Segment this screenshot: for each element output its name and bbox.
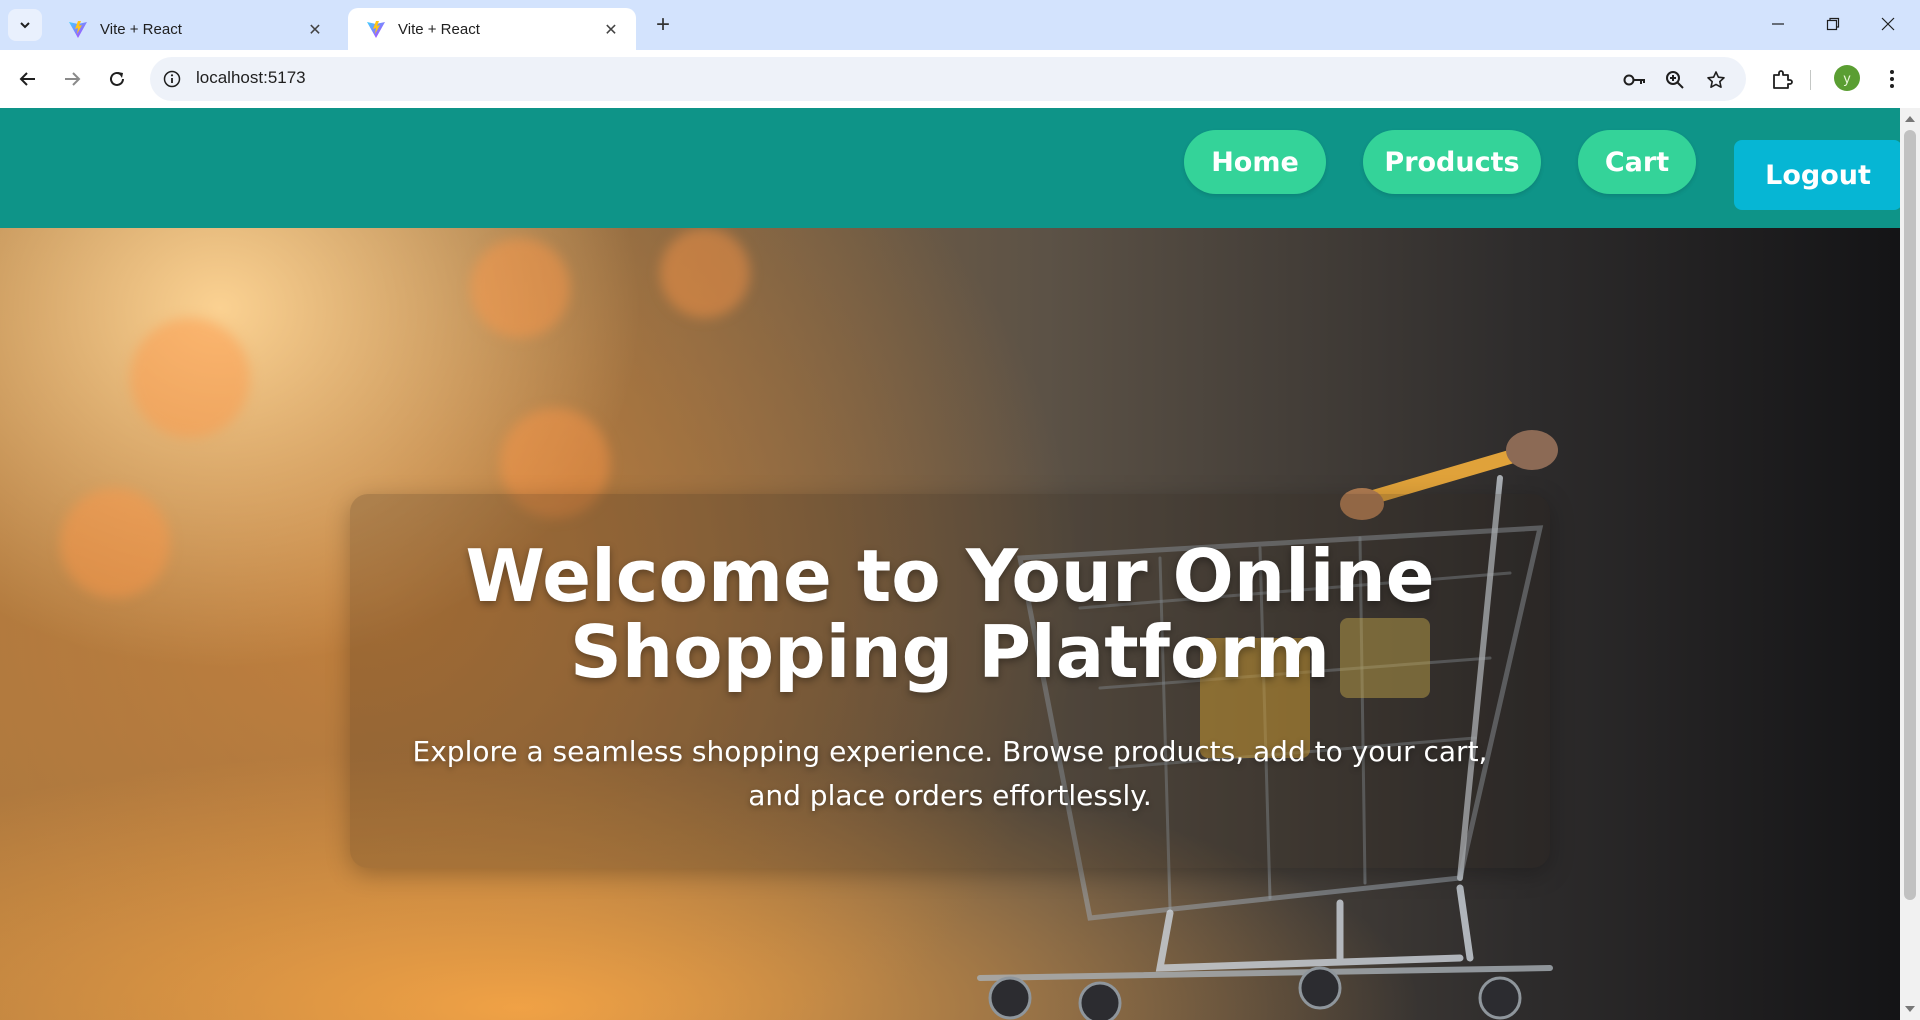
zoom-button[interactable] xyxy=(1662,67,1688,93)
forward-button[interactable] xyxy=(56,63,88,95)
new-tab-button[interactable]: + xyxy=(650,11,676,38)
extensions-icon xyxy=(1773,70,1793,89)
password-key-button[interactable] xyxy=(1622,67,1648,93)
password-key-icon xyxy=(1623,74,1645,86)
forward-icon xyxy=(65,72,81,86)
hero-subtitle: Explore a seamless shopping experience. … xyxy=(412,735,1488,812)
minimize-button[interactable] xyxy=(1756,10,1800,38)
nav-products-button[interactable]: Products xyxy=(1363,130,1541,194)
nav-cart-button[interactable]: Cart xyxy=(1578,130,1696,194)
address-bar[interactable]: localhost:5173 xyxy=(150,57,1746,101)
minimize-icon xyxy=(1772,23,1784,25)
logout-button[interactable]: Logout xyxy=(1734,140,1900,210)
bokeh-light xyxy=(470,238,570,338)
restore-button[interactable] xyxy=(1811,10,1855,38)
bokeh-light xyxy=(660,228,750,318)
vite-icon xyxy=(69,21,87,38)
reload-button[interactable] xyxy=(101,63,133,95)
bokeh-light xyxy=(130,318,250,438)
browser-menu-button[interactable] xyxy=(1876,63,1908,95)
hero-title: Welcome to Your Online Shopping Platform xyxy=(465,534,1435,694)
zoom-icon xyxy=(1666,71,1684,89)
tab-search-icon xyxy=(20,22,30,29)
browser-tab-2-active[interactable]: Vite + React ✕ xyxy=(348,8,636,50)
bookmark-button[interactable] xyxy=(1703,67,1729,93)
nav-home-button[interactable]: Home xyxy=(1184,130,1326,194)
tab-title: Vite + React xyxy=(398,20,480,38)
toolbar-divider xyxy=(1810,70,1811,90)
reload-icon xyxy=(110,71,124,86)
tab-title: Vite + React xyxy=(100,20,182,38)
scroll-down-arrow[interactable] xyxy=(1905,1006,1915,1012)
scroll-up-arrow[interactable] xyxy=(1905,116,1915,122)
extensions-button[interactable] xyxy=(1766,63,1798,95)
back-button[interactable] xyxy=(12,63,44,95)
menu-icon xyxy=(1890,70,1894,88)
site-info-button[interactable] xyxy=(160,67,184,91)
bokeh-light xyxy=(60,488,170,598)
tab-close-button[interactable]: ✕ xyxy=(304,18,326,40)
restore-icon xyxy=(1826,17,1840,31)
tab-search-button[interactable] xyxy=(8,9,42,41)
hero-section: Welcome to Your Online Shopping Platform… xyxy=(0,228,1900,1020)
scrollbar-thumb[interactable] xyxy=(1904,130,1916,900)
site-info-icon xyxy=(163,70,181,88)
vite-icon xyxy=(367,21,385,38)
browser-tab-1[interactable]: Vite + React ✕ xyxy=(50,8,340,50)
back-icon xyxy=(19,72,35,86)
url-text[interactable]: localhost:5173 xyxy=(196,68,306,88)
site-navbar: Home Products Cart Logout xyxy=(0,108,1900,228)
browser-tabstrip: Vite + React ✕ Vite + React ✕ + xyxy=(0,0,1920,50)
close-window-icon xyxy=(1881,17,1895,31)
browser-toolbar: localhost:5173 y xyxy=(0,50,1920,108)
profile-avatar[interactable]: y xyxy=(1834,65,1860,91)
close-window-button[interactable] xyxy=(1866,10,1910,38)
bookmark-star-icon xyxy=(1707,71,1725,88)
page-viewport: Home Products Cart Logout Welcome to You… xyxy=(0,108,1900,1020)
tab-close-button[interactable]: ✕ xyxy=(600,18,622,40)
page-scrollbar[interactable] xyxy=(1900,108,1920,1020)
